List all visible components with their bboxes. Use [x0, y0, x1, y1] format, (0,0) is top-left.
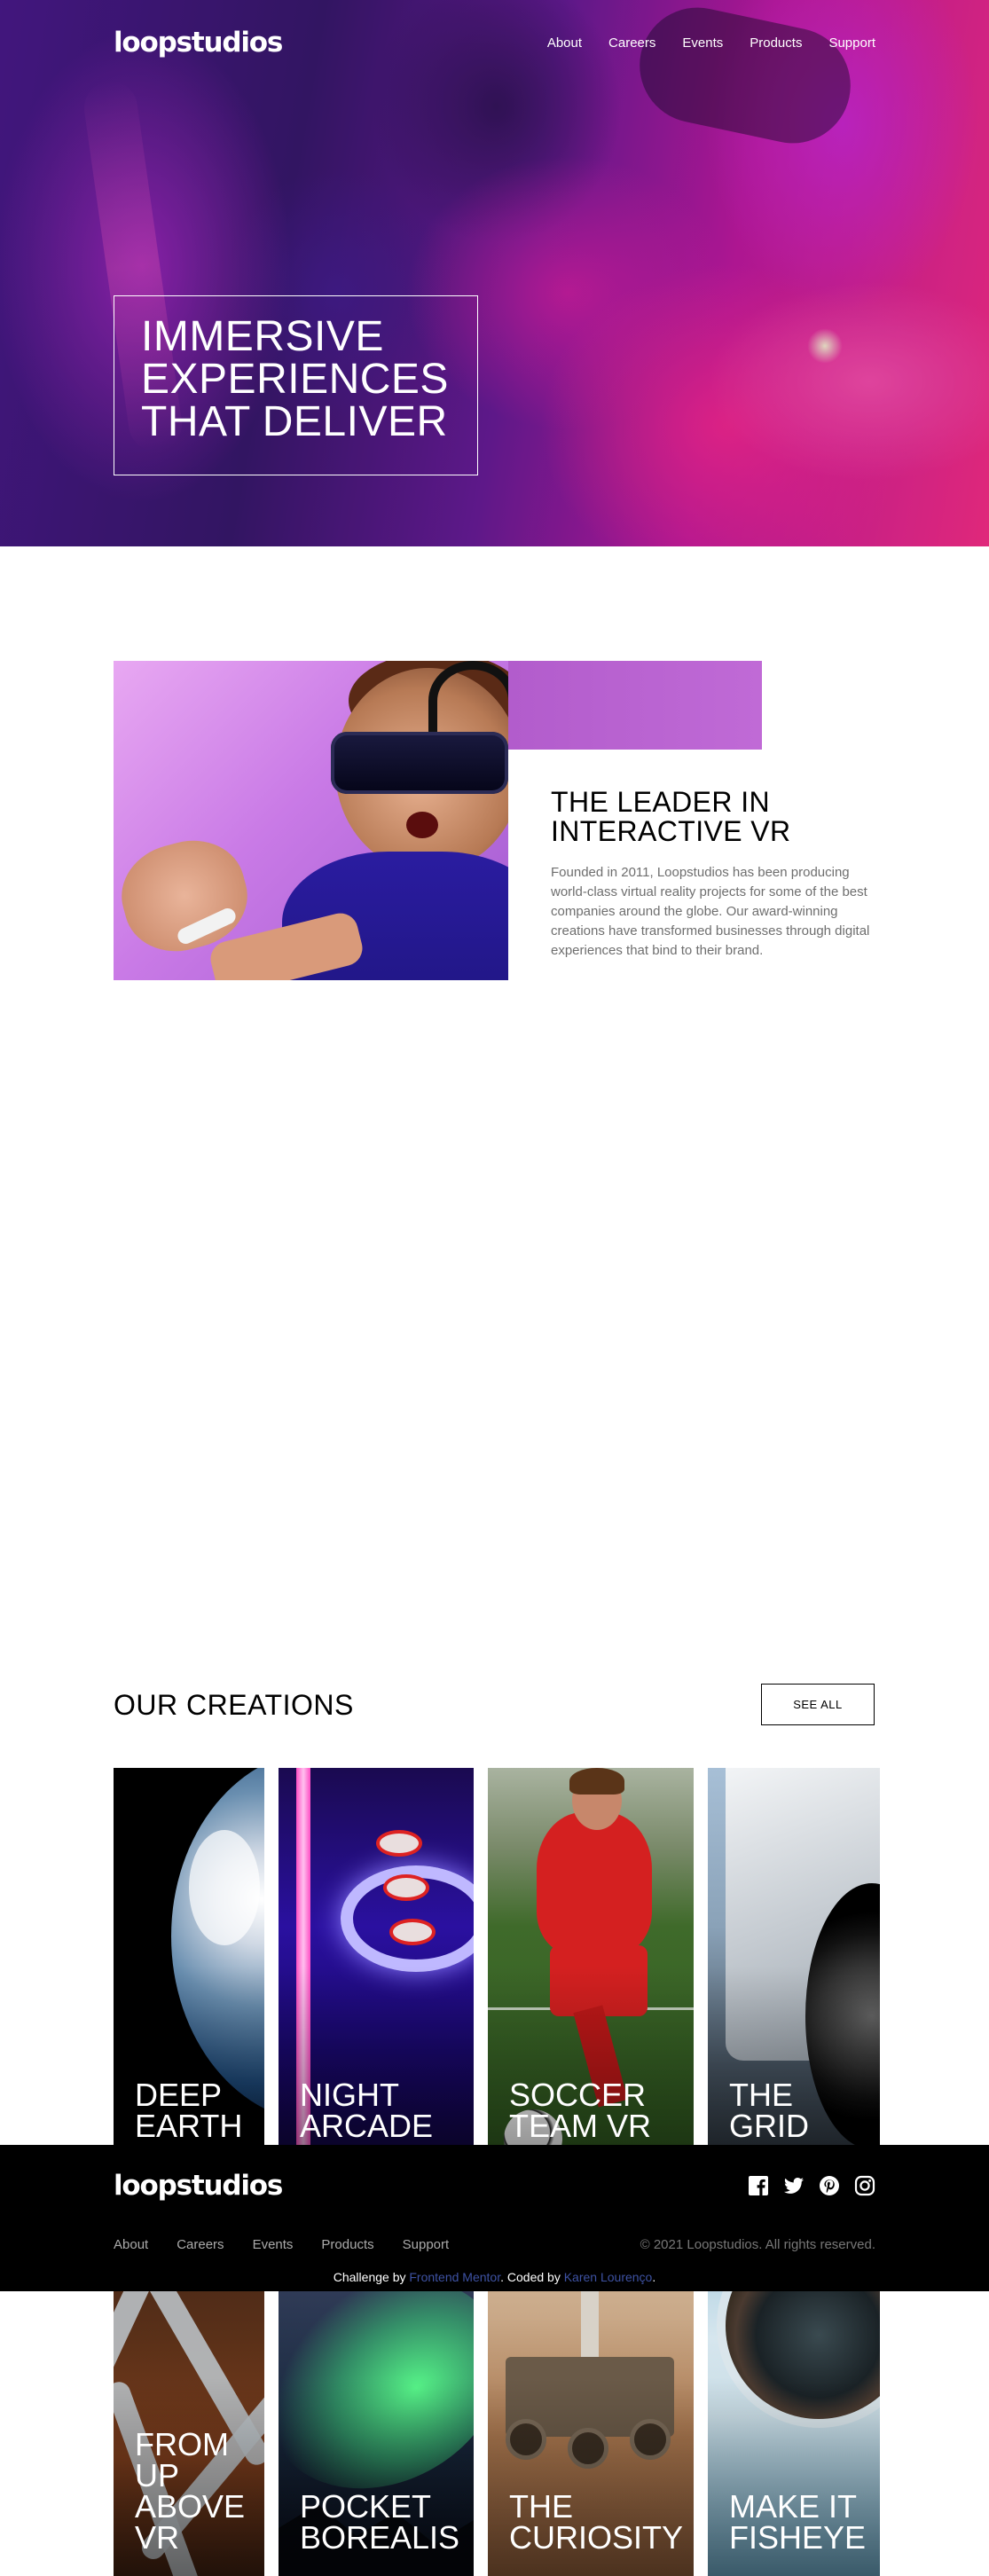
creation-card-label: SOCCER TEAM VR: [509, 2077, 652, 2144]
creation-card-label: THE GRID: [729, 2077, 809, 2144]
site-header: loopstudios About Careers Events Product…: [114, 25, 875, 60]
footer-link-products[interactable]: Products: [321, 2237, 373, 2252]
footer-link-careers[interactable]: Careers: [177, 2237, 224, 2252]
footer-link-about[interactable]: About: [114, 2237, 148, 2252]
footer-nav: About Careers Events Products Support: [114, 2237, 477, 2252]
nav-link-careers[interactable]: Careers: [608, 35, 655, 51]
nav-link-events[interactable]: Events: [682, 35, 723, 51]
footer-logo[interactable]: loopstudios: [114, 2170, 283, 2202]
creation-card-label: NIGHT ARCADE: [300, 2077, 434, 2144]
twitter-icon[interactable]: [783, 2175, 805, 2196]
creation-card-label: POCKET BOREALIS: [300, 2488, 460, 2556]
site-footer: loopstudios About Careers Events Product…: [0, 2145, 989, 2291]
creation-card-label: MAKE IT FISHEYE: [729, 2488, 867, 2556]
creations-header: OUR CREATIONS SEE ALL: [114, 1684, 875, 1726]
creation-card-label: DEEP EARTH: [135, 2077, 243, 2144]
attribution-mid: . Coded by: [500, 2270, 561, 2284]
pinterest-icon[interactable]: [819, 2175, 840, 2196]
footer-link-events[interactable]: Events: [253, 2237, 294, 2252]
attribution-prefix: Challenge by: [333, 2270, 406, 2284]
creation-card-the-grid[interactable]: THE GRID: [708, 1768, 880, 2164]
creations-title: OUR CREATIONS: [114, 1689, 354, 1721]
nav-link-products[interactable]: Products: [750, 35, 802, 51]
creation-card-deep-earth[interactable]: DEEP EARTH: [114, 1768, 264, 2164]
creation-card-label: FROM UP ABOVE VR: [135, 2426, 246, 2556]
site-logo[interactable]: loopstudios: [114, 27, 283, 59]
see-all-button[interactable]: SEE ALL: [761, 1684, 875, 1725]
nav-link-about[interactable]: About: [547, 35, 582, 51]
footer-link-support[interactable]: Support: [403, 2237, 450, 2252]
main-nav: About Careers Events Products Support: [547, 35, 875, 51]
hero-title-box: IMMERSIVE EXPERIENCES THAT DELIVER: [114, 295, 478, 475]
attribution: Challenge by Frontend Mentor. Coded by K…: [0, 2270, 989, 2284]
author-link[interactable]: Karen Lourenço: [564, 2270, 653, 2284]
nav-link-support[interactable]: Support: [828, 35, 875, 51]
creation-card-label: THE CURIOSITY: [509, 2488, 684, 2556]
creation-card-soccer-team-vr[interactable]: SOCCER TEAM VR: [488, 1768, 694, 2164]
facebook-icon[interactable]: [748, 2175, 769, 2196]
hero-title: IMMERSIVE EXPERIENCES THAT DELIVER: [141, 313, 449, 445]
copyright-text: © 2021 Loopstudios. All rights reserved.: [640, 2237, 875, 2252]
creations-section: OUR CREATIONS SEE ALL DEEP EARTH NIGHT A…: [0, 546, 989, 2576]
social-links: [748, 2175, 875, 2196]
frontend-mentor-link[interactable]: Frontend Mentor: [409, 2270, 500, 2284]
hero: loopstudios About Careers Events Product…: [0, 0, 989, 546]
attribution-suffix: .: [652, 2270, 656, 2284]
creation-card-night-arcade[interactable]: NIGHT ARCADE: [279, 1768, 474, 2164]
instagram-icon[interactable]: [854, 2175, 875, 2196]
